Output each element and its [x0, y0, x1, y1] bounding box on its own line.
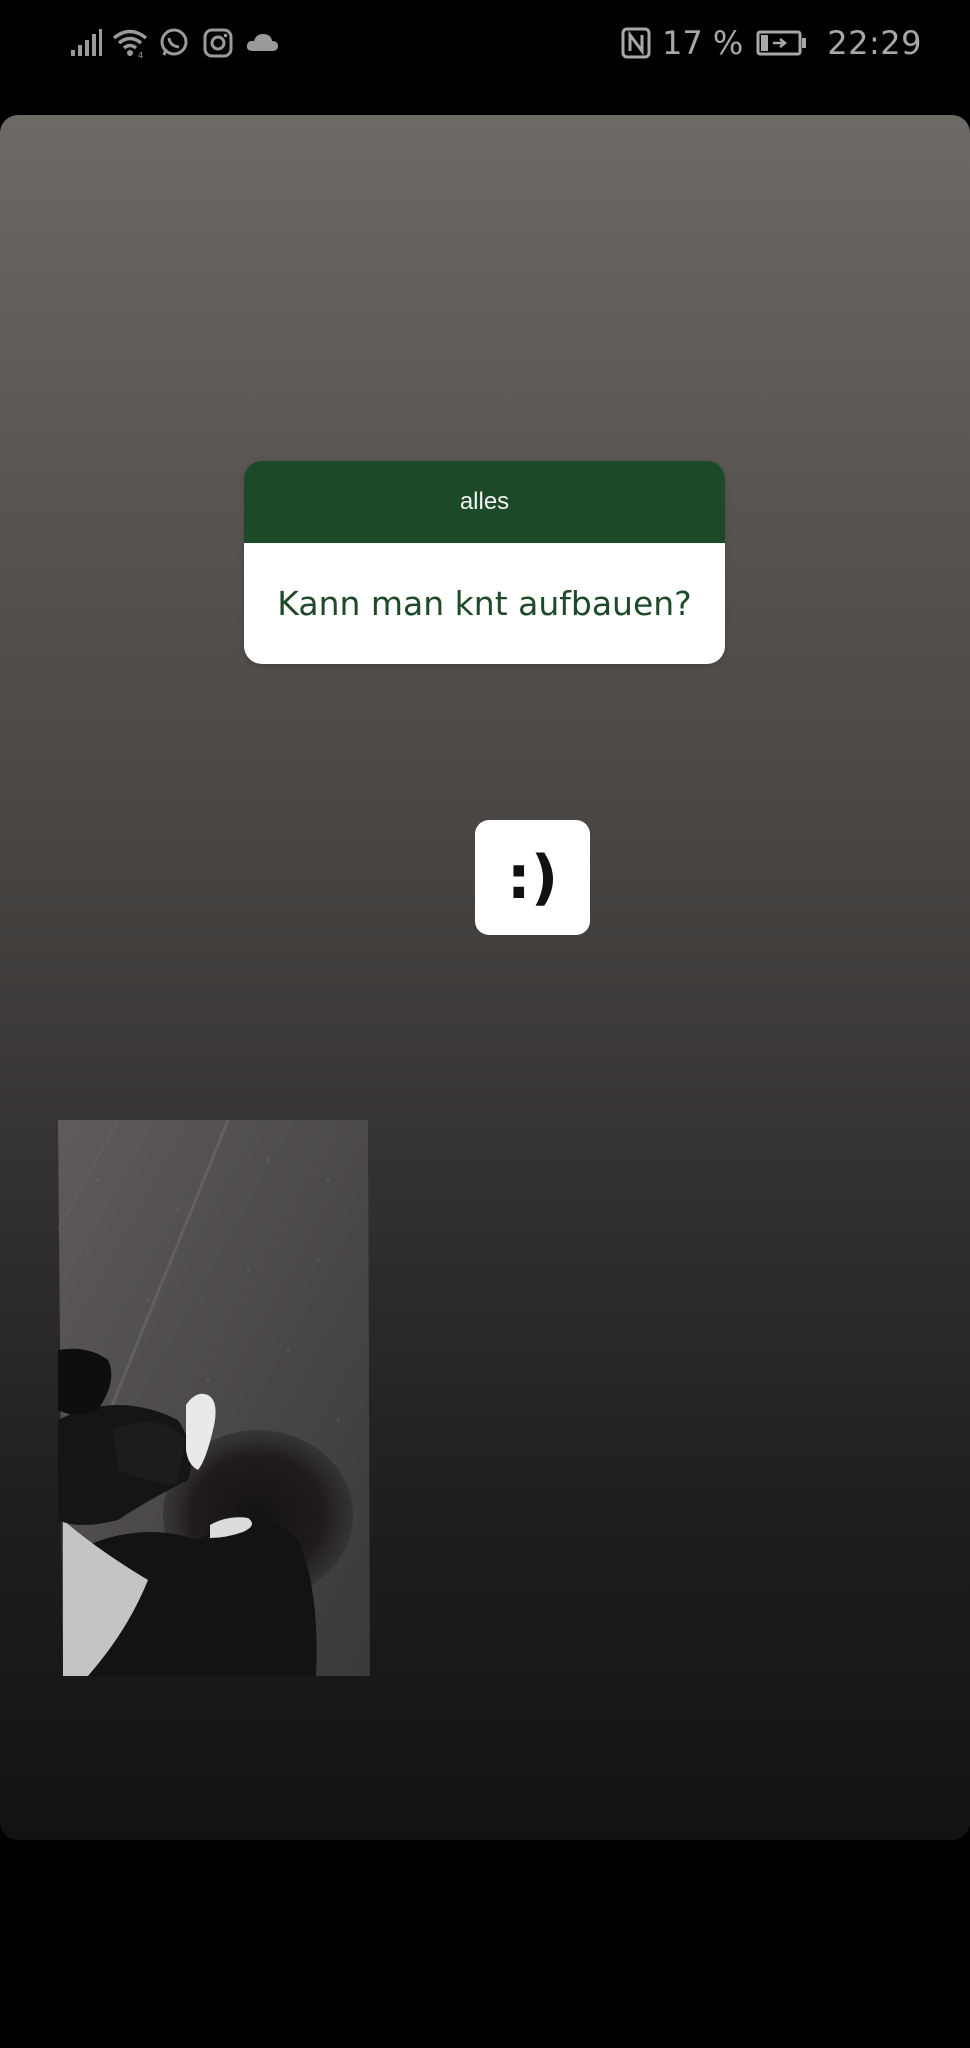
smiley-text-sticker[interactable]: :) — [475, 820, 590, 935]
status-bar-right: 17 % 22:29 — [618, 22, 922, 64]
battery-charging-icon — [755, 25, 809, 61]
instagram-icon — [200, 25, 236, 61]
status-bar: 4 17 % 22:29 — [0, 0, 970, 86]
nfc-icon — [618, 25, 654, 61]
smiley-text: :) — [506, 842, 559, 913]
battery-percentage: 17 % — [661, 24, 744, 62]
question-sticker-text: Kann man knt aufbauen? — [244, 543, 725, 664]
signal-icon — [68, 25, 104, 61]
question-sticker[interactable]: alles Kann man knt aufbauen? — [244, 461, 725, 664]
wifi-icon: 4 — [112, 25, 148, 61]
svg-text:4: 4 — [138, 51, 143, 59]
status-bar-left: 4 — [68, 22, 280, 64]
clock: 22:29 — [827, 24, 922, 62]
question-sticker-header: alles — [244, 461, 725, 543]
navigation-bar-area — [0, 1840, 970, 2048]
whatsapp-icon — [156, 25, 192, 61]
story-photo[interactable] — [58, 1120, 373, 1676]
story-canvas[interactable]: alles Kann man knt aufbauen? :) — [0, 115, 970, 1840]
cloud-icon — [244, 25, 280, 61]
photo-image — [58, 1120, 370, 1676]
